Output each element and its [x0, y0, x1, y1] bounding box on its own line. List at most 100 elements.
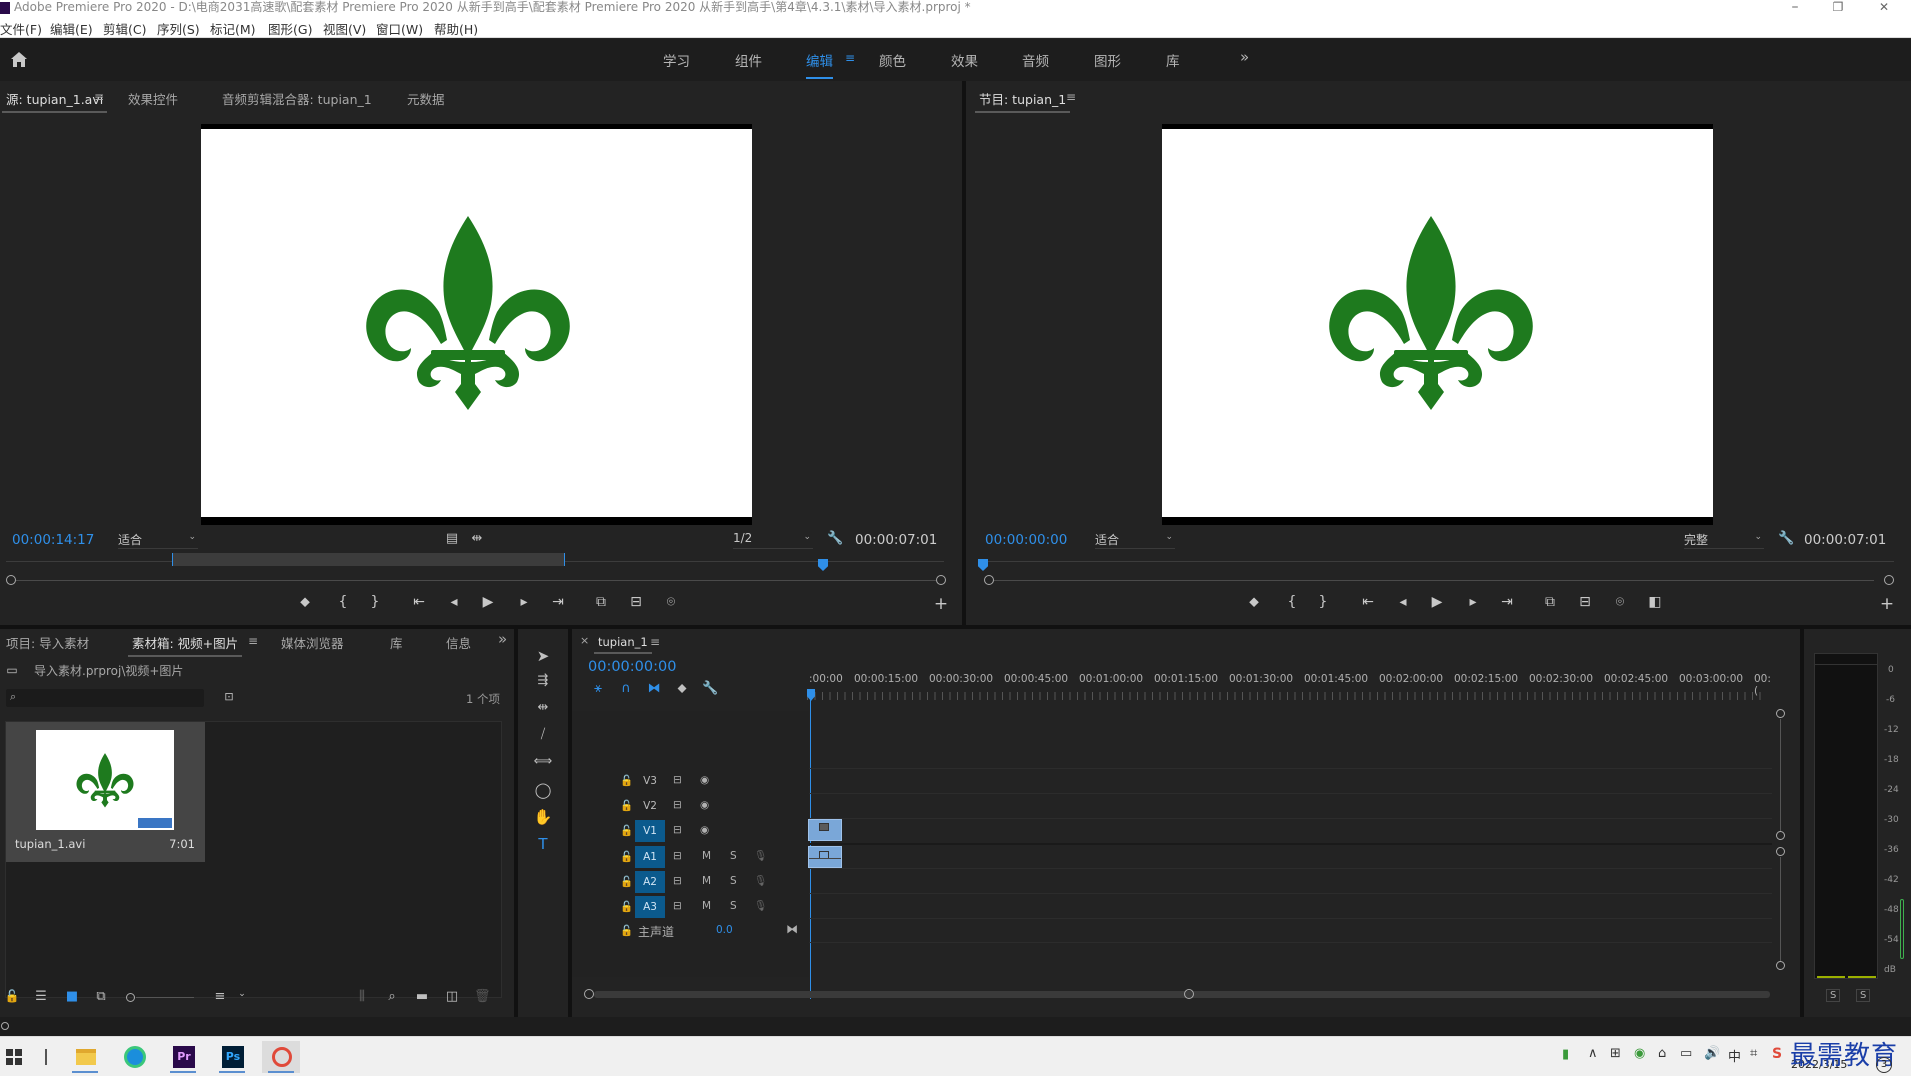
lock-icon[interactable]: 🔓: [4, 989, 20, 1003]
sync-lock-icon[interactable]: ⊟: [673, 850, 682, 862]
add-marker-icon[interactable]: ⬥: [674, 681, 690, 696]
track-label-v1[interactable]: V1: [635, 820, 665, 842]
microphone-icon[interactable]: 🎙: [754, 874, 767, 887]
project-overflow-button[interactable]: »: [498, 630, 507, 648]
mark-out-button[interactable]: }: [365, 594, 385, 610]
program-fit-dropdown[interactable]: 适合 ⌄: [1095, 531, 1175, 549]
sync-lock-icon[interactable]: ⊟: [673, 799, 682, 811]
tab-effect-controls[interactable]: 效果控件: [128, 89, 178, 108]
workspace-editing[interactable]: 编辑: [806, 50, 833, 79]
timeline-panel-menu-icon[interactable]: ≡: [650, 635, 660, 649]
program-current-timecode[interactable]: 00:00:00:00: [985, 532, 1067, 548]
nest-toggle-icon[interactable]: ⚹: [590, 681, 606, 696]
tab-project[interactable]: 项目: 导入素材: [6, 633, 89, 652]
taskbar-recorder[interactable]: [262, 1041, 300, 1073]
lock-icon[interactable]: 🔓: [620, 774, 633, 787]
timeline-tab-close-button[interactable]: ×: [580, 634, 589, 647]
icon-view-icon[interactable]: ■: [64, 989, 80, 1004]
program-quality-dropdown[interactable]: 完整 ⌄: [1684, 531, 1764, 549]
timeline-zoom-scrollbar[interactable]: [594, 991, 1770, 998]
microphone-icon[interactable]: 🎙: [754, 899, 767, 912]
ime-icon[interactable]: 中: [1728, 1046, 1741, 1065]
play-button[interactable]: ▶: [478, 594, 498, 610]
export-frame-camera-icon[interactable]: ⌾: [1610, 594, 1630, 610]
track-label-a3[interactable]: A3: [635, 896, 665, 918]
eye-icon[interactable]: ◉: [700, 774, 709, 786]
new-item-icon[interactable]: ◫: [444, 989, 460, 1004]
taskbar-file-explorer[interactable]: [66, 1041, 104, 1073]
timeline-zoom-start-handle[interactable]: [584, 989, 594, 999]
step-forward-button[interactable]: ▸: [1463, 594, 1483, 610]
taskbar-premiere[interactable]: Pr: [164, 1041, 202, 1073]
source-in-out-range[interactable]: [172, 553, 565, 566]
settings-toggle-icon[interactable]: ▤: [444, 531, 460, 546]
taskbar-edge[interactable]: [115, 1041, 153, 1073]
trash-icon[interactable]: 🗑: [474, 989, 491, 1004]
workspace-libraries[interactable]: 库: [1166, 50, 1180, 70]
lock-icon[interactable]: 🔓: [620, 824, 633, 837]
step-back-button[interactable]: ◂: [444, 594, 464, 610]
track-label-v2[interactable]: V2: [635, 795, 665, 817]
lock-icon[interactable]: 🔓: [620, 850, 633, 863]
eye-icon[interactable]: ◉: [700, 824, 709, 836]
workspace-color[interactable]: 颜色: [879, 50, 906, 70]
sync-lock-icon[interactable]: ⊟: [673, 900, 682, 912]
go-to-out-button[interactable]: ⇥: [1497, 594, 1517, 610]
video-vscroll-handle[interactable]: [1776, 709, 1785, 718]
go-to-in-button[interactable]: ⇤: [1358, 594, 1378, 610]
minimize-button[interactable]: –: [1775, 0, 1815, 15]
usb-icon[interactable]: ⌂: [1658, 1046, 1666, 1061]
microphone-icon[interactable]: 🎙: [754, 849, 767, 862]
program-playhead[interactable]: [978, 559, 988, 571]
meter-scroll[interactable]: [1900, 899, 1904, 959]
find-icon[interactable]: ⌕: [384, 989, 400, 1004]
overwrite-button[interactable]: ⊟: [626, 594, 646, 610]
tab-libraries[interactable]: 库: [390, 633, 403, 652]
meter-solo-right-button[interactable]: S: [1856, 989, 1871, 1002]
timeline-timecode[interactable]: 00:00:00:00: [588, 659, 676, 675]
input-mode-icon[interactable]: ⌗: [1750, 1046, 1757, 1061]
tab-source[interactable]: 源: tupian_1.avi: [1, 89, 108, 113]
show-hidden-icons-chevron[interactable]: ∧: [1588, 1046, 1598, 1061]
hand-tool-icon[interactable]: ✋: [532, 808, 554, 826]
audio-vscroll-handle[interactable]: [1776, 847, 1785, 856]
workspace-assembly[interactable]: 组件: [735, 50, 762, 70]
comparison-view-button[interactable]: ◧: [1645, 594, 1665, 610]
security-icon[interactable]: ◉: [1634, 1046, 1645, 1061]
source-zoom-start-handle[interactable]: [6, 575, 16, 585]
video-vscroll-handle[interactable]: [1776, 831, 1785, 840]
timeline-time-ruler[interactable]: :00:00 00:00:15:00 00:00:30:00 00:00:45:…: [809, 673, 1771, 697]
workspace-graphics[interactable]: 图形: [1094, 50, 1121, 70]
menu-edit[interactable]: 编辑(E): [50, 19, 93, 38]
eye-icon[interactable]: ◉: [700, 799, 709, 811]
mark-in-button[interactable]: {: [1282, 594, 1302, 610]
track-label-a2[interactable]: A2: [635, 871, 665, 893]
master-volume-value[interactable]: 0.0: [716, 924, 733, 936]
source-playhead[interactable]: [818, 559, 828, 571]
play-button[interactable]: ▶: [1427, 594, 1447, 610]
linked-selection-icon[interactable]: ⧓: [646, 681, 662, 696]
mark-out-button[interactable]: }: [1313, 594, 1333, 610]
program-zoom-start-handle[interactable]: [984, 575, 994, 585]
workspace-overflow-button[interactable]: »: [1240, 48, 1249, 66]
sync-lock-icon[interactable]: ⊟: [673, 875, 682, 887]
wrench-icon[interactable]: 🔧: [827, 531, 843, 546]
razor-tool-icon[interactable]: ⧸: [532, 727, 554, 742]
mark-in-button[interactable]: {: [333, 594, 353, 610]
track-label-v3[interactable]: V3: [635, 770, 665, 792]
mute-button[interactable]: M: [702, 900, 711, 912]
lock-icon[interactable]: 🔓: [620, 924, 633, 937]
tab-info[interactable]: 信息: [446, 633, 471, 652]
new-bin-folder-icon[interactable]: ▬: [414, 989, 430, 1004]
menu-window[interactable]: 窗口(W): [376, 19, 423, 38]
restore-button[interactable]: ❐: [1818, 0, 1858, 15]
workspace-learn[interactable]: 学习: [663, 50, 690, 70]
tab-audio-clip-mixer[interactable]: 音频剪辑混合器: tupian_1: [222, 89, 372, 108]
menu-help[interactable]: 帮助(H): [434, 19, 478, 38]
windows-start-icon[interactable]: [6, 1049, 22, 1065]
export-frame-camera-icon[interactable]: ⌾: [661, 594, 681, 610]
selection-tool-icon[interactable]: ➤: [532, 647, 554, 665]
add-marker-button[interactable]: ⬥: [295, 594, 315, 610]
new-search-bin-icon[interactable]: ⊡: [221, 690, 237, 703]
wrench-icon[interactable]: 🔧: [1778, 531, 1794, 546]
